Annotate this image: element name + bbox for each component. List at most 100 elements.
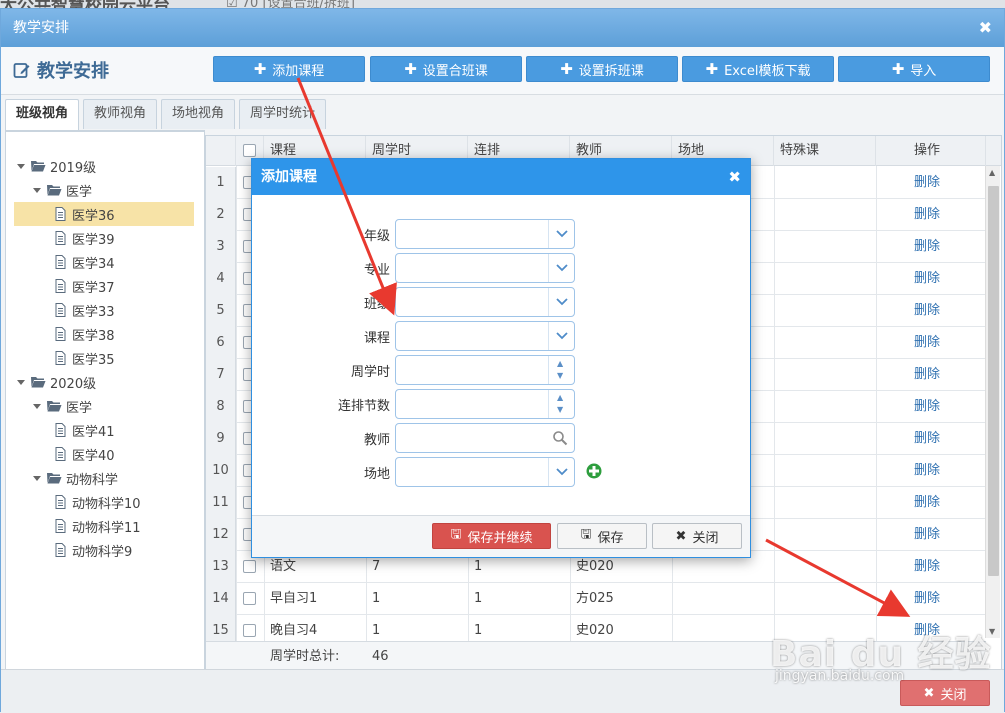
field-input[interactable] [395,321,575,351]
tree-class-node[interactable]: 医学35 [14,346,194,370]
add-course-button[interactable]: ✚ 添加课程 [213,56,365,82]
chevron-down-icon[interactable] [548,220,574,248]
document-icon [55,351,66,365]
delete-link[interactable]: 删除 [914,391,940,423]
dialog-close-button[interactable]: ✖ 关闭 [652,523,742,549]
save-and-continue-label: 保存并继续 [467,530,533,546]
dialog-close-icon[interactable]: ✖ [728,159,741,195]
tab-class-view[interactable]: 班级视角 [5,99,80,131]
chevron-down-icon[interactable] [548,288,574,316]
stepper-down-icon[interactable]: ▼ [557,405,563,414]
tree-class-node[interactable]: 动物科学9 [14,538,194,562]
caret-down-icon[interactable] [16,377,26,387]
document-icon [55,447,66,461]
tree-class-node[interactable]: 医学39 [14,226,194,250]
tree-node-label: 动物科学11 [72,520,141,536]
column-divider [774,166,775,672]
field-input[interactable]: ▲ ▼ [395,355,575,385]
scrollbar-thumb[interactable] [988,186,999,576]
delete-link[interactable]: 删除 [914,359,940,391]
delete-link[interactable]: 删除 [914,519,940,551]
field-input[interactable] [395,219,575,249]
delete-link[interactable]: 删除 [914,263,940,295]
tree-class-node[interactable]: 动物科学10 [14,490,194,514]
delete-link[interactable]: 删除 [914,199,940,231]
field-input[interactable]: ▲ ▼ [395,389,575,419]
chevron-down-icon[interactable] [548,254,574,282]
col-special-course[interactable]: 特殊课 [774,136,876,166]
background-app-header: 大公共智慧校园云平台 ☑ 70 [设置合班/拆班] [0,0,1005,8]
import-button[interactable]: ✚ 导入 [838,56,990,82]
stepper-arrows[interactable]: ▲ ▼ [548,356,574,384]
search-icon[interactable] [552,430,568,446]
caret-down-icon[interactable] [32,185,42,195]
delete-link[interactable]: 删除 [914,231,940,263]
tree-class-node[interactable]: 医学33 [14,298,194,322]
select-all-checkbox[interactable] [243,144,256,157]
field-input[interactable] [395,253,575,283]
row-checkbox[interactable] [243,560,256,573]
chevron-down-icon[interactable] [548,322,574,350]
delete-link[interactable]: 删除 [914,167,940,199]
caret-down-icon[interactable] [32,401,42,411]
row-number: 14 [206,583,236,615]
delete-link[interactable]: 删除 [914,327,940,359]
tree-class-node[interactable]: 医学38 [14,322,194,346]
tree-node-label: 动物科学10 [72,496,141,512]
tree-folder-node[interactable]: 动物科学 [14,466,194,490]
delete-link[interactable]: 删除 [914,455,940,487]
excel-template-download-button[interactable]: ✚ Excel模板下载 [682,56,834,82]
chevron-down-icon[interactable] [548,458,574,486]
field-label: 课程 [363,331,390,346]
stepper-down-icon[interactable]: ▼ [557,371,563,380]
field-input[interactable] [395,457,575,487]
tree-folder-node[interactable]: 2020级 [14,370,194,394]
row-checkbox[interactable] [243,624,256,637]
tree-class-node[interactable]: 医学41 [14,418,194,442]
stepper-arrows[interactable]: ▲ ▼ [548,390,574,418]
document-icon [55,423,66,437]
stepper-up-icon[interactable]: ▲ [557,359,563,368]
delete-link[interactable]: 删除 [914,583,940,615]
save-and-continue-button[interactable]: 🖫 保存并继续 [432,523,551,549]
delete-link[interactable]: 删除 [914,295,940,327]
field-input[interactable] [395,287,575,317]
table-row[interactable]: 14 早自习1 1 1 方025 删除 [206,583,986,615]
form-row: 课程 [252,321,752,351]
row-checkbox[interactable] [243,592,256,605]
tree-class-node[interactable]: 医学40 [14,442,194,466]
set-split-class-button[interactable]: ✚ 设置拆班课 [526,56,678,82]
tab-venue-view[interactable]: 场地视角 [161,99,236,129]
delete-link[interactable]: 删除 [914,423,940,455]
tab-teacher-view[interactable]: 教师视角 [83,99,158,129]
stepper-up-icon[interactable]: ▲ [557,393,563,402]
tree-folder-node[interactable]: 医学 [14,394,194,418]
document-icon [55,255,66,269]
tree-folder-node[interactable]: 2019级 [14,154,194,178]
add-venue-icon[interactable] [586,463,602,479]
delete-link[interactable]: 删除 [914,487,940,519]
delete-link[interactable]: 删除 [914,551,940,583]
save-button[interactable]: 🖫 保存 [557,523,647,549]
caret-down-icon[interactable] [32,473,42,483]
tree-class-node[interactable]: 医学36 [14,202,194,226]
tree-class-node[interactable]: 医学37 [14,274,194,298]
save-label: 保存 [597,530,624,546]
tree-class-node[interactable]: 医学34 [14,250,194,274]
scroll-up-icon[interactable]: ▲ [989,168,995,177]
tree-class-node[interactable]: 动物科学11 [14,514,194,538]
form-row: 教师 [252,423,752,453]
tree-folder-node[interactable]: 医学 [14,178,194,202]
field-input[interactable] [395,423,575,453]
grid-scrollbar[interactable]: ▲ ▼ [985,166,1000,638]
background-app-title: 大公共智慧校园云平台 [0,0,170,8]
dialog-footer: 🖫 保存并继续 🖫 保存 ✖ 关闭 [252,515,750,557]
caret-down-icon[interactable] [16,161,26,171]
cell-teacher: 方025 [576,591,614,606]
set-combined-class-label: 设置合班课 [422,63,488,79]
tab-weekly-hours-stats[interactable]: 周学时统计 [239,99,327,129]
window-close-icon[interactable]: ✖ [979,9,992,47]
plus-icon: ✚ [253,60,267,78]
set-combined-class-button[interactable]: ✚ 设置合班课 [370,56,522,82]
close-window-button[interactable]: ✖ 关闭 [900,680,990,706]
